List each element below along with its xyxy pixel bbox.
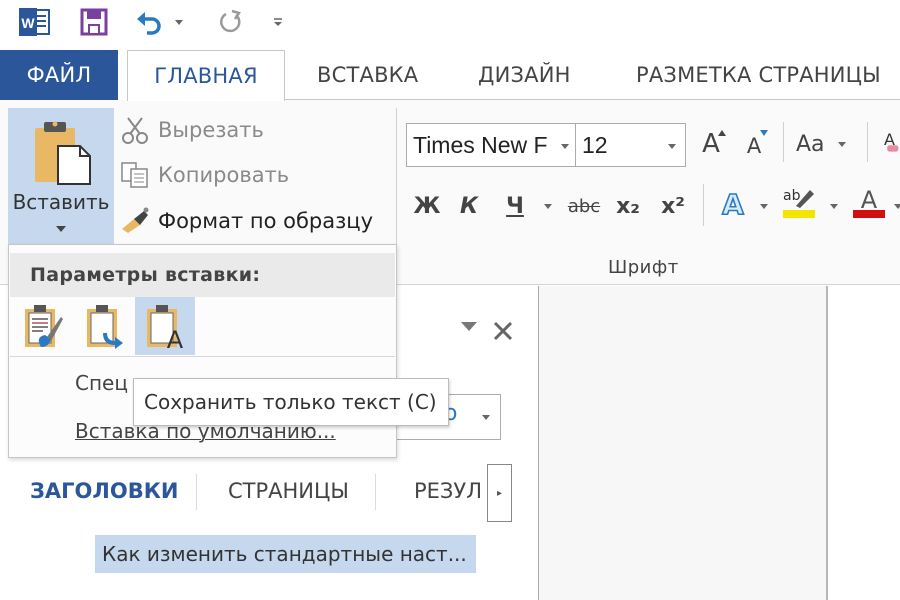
tab-home[interactable]: ГЛАВНАЯ [127, 50, 285, 101]
paste-keep-source-formatting-button[interactable] [13, 297, 73, 355]
bold-button[interactable]: Ж [412, 190, 442, 222]
font-color-icon: A [853, 186, 885, 218]
change-case-button[interactable]: Aa [796, 128, 852, 160]
format-painter-label: Формат по образцу [158, 209, 374, 233]
shrink-font-icon: A [746, 134, 762, 158]
tab-results[interactable]: РЕЗУЛ [414, 466, 482, 516]
redo-icon[interactable] [214, 6, 246, 38]
keep-text-only-icon: A [147, 305, 184, 349]
tab-file[interactable]: ФАЙЛ [0, 50, 118, 100]
highlight-button[interactable]: ab [782, 186, 816, 218]
paste-special-menu-item[interactable]: Спец [75, 371, 128, 395]
format-painter-button[interactable]: Формат по образцу [120, 203, 373, 239]
close-icon [493, 321, 513, 341]
format-painter-icon [122, 207, 149, 233]
merge-formatting-icon [87, 305, 123, 349]
search-dropdown-icon[interactable] [482, 415, 490, 420]
nav-tab-divider [375, 474, 376, 510]
ribbon-tabs: ФАЙЛ ГЛАВНАЯ ВСТАВКА ДИЗАЙН РАЗМЕТКА СТР… [0, 50, 900, 101]
document-page[interactable] [539, 286, 827, 600]
font-name-combobox[interactable]: Times New F [406, 123, 576, 167]
svg-text:ab: ab [783, 188, 801, 204]
tab-insert[interactable]: ВСТАВКА [317, 50, 418, 100]
nav-tab-divider [196, 474, 197, 510]
undo-dropdown-icon[interactable] [172, 6, 186, 38]
font-divider [867, 122, 868, 162]
font-divider [783, 122, 784, 162]
word-logo-icon: W [16, 6, 52, 38]
grow-font-button[interactable]: A [696, 128, 726, 160]
underline-button[interactable]: Ч [500, 190, 530, 222]
nav-tabs-scroll-right-button[interactable]: ▸ [487, 464, 512, 522]
strikethrough-button[interactable]: abc [566, 190, 602, 222]
menu-divider [10, 356, 395, 357]
superscript-button[interactable]: x² [658, 190, 688, 222]
underline-dropdown-icon[interactable] [544, 204, 552, 209]
quick-access-toolbar: W [0, 0, 900, 46]
copy-button[interactable]: Копировать [120, 157, 289, 193]
close-pane-button[interactable] [493, 321, 513, 345]
change-case-icon: Aa [796, 131, 825, 157]
tab-headings[interactable]: ЗАГОЛОВКИ [30, 466, 178, 516]
heading-list-item[interactable]: Как изменить стандартные наст... [95, 535, 476, 573]
tab-page-layout[interactable]: РАЗМЕТКА СТРАНИЦЫ [636, 50, 881, 100]
text-effects-button[interactable]: A [718, 188, 748, 220]
customize-qat-icon[interactable] [270, 6, 286, 38]
clear-formatting-button[interactable]: A [884, 126, 900, 158]
font-name-value: Times New F [413, 131, 548, 158]
cut-button[interactable]: Вырезать [120, 112, 264, 148]
svg-text:A: A [167, 326, 184, 349]
copy-label: Копировать [158, 163, 290, 187]
scissors-icon [122, 117, 148, 144]
paste-dropdown-icon[interactable] [56, 226, 66, 232]
tab-pages[interactable]: СТРАНИЦЫ [228, 466, 349, 516]
pane-options-button[interactable] [460, 318, 478, 337]
undo-icon[interactable] [134, 6, 164, 38]
font-divider [703, 184, 704, 226]
navigation-tabs: ЗАГОЛОВКИ СТРАНИЦЫ РЕЗУЛ [0, 466, 520, 516]
paste-label: Вставить [12, 190, 110, 214]
font-size-combobox[interactable]: 12 [575, 123, 686, 167]
change-case-dropdown-icon[interactable] [838, 142, 846, 147]
font-name-dropdown-icon[interactable] [561, 144, 569, 149]
paste-button[interactable]: Вставить [8, 108, 114, 246]
italic-button[interactable]: К [456, 190, 482, 222]
svg-text:A: A [861, 186, 878, 214]
chevron-right-icon: ▸ [496, 487, 503, 499]
svg-text:A: A [722, 189, 744, 219]
keep-source-formatting-icon [25, 305, 63, 347]
svg-text:W: W [21, 15, 35, 31]
subscript-button[interactable]: x₂ [614, 190, 642, 222]
text-effects-dropdown-icon[interactable] [760, 204, 768, 209]
cut-label: Вырезать [158, 118, 264, 142]
shrink-font-button[interactable]: A [740, 130, 768, 162]
highlight-dropdown-icon[interactable] [830, 204, 838, 209]
pane-options-icon [461, 322, 477, 331]
paste-keep-text-only-button[interactable]: A [135, 297, 195, 355]
clear-formatting-icon: A [884, 130, 899, 152]
paste-options-header: Параметры вставки: [10, 253, 395, 297]
text-effects-icon: A [721, 189, 745, 219]
save-icon[interactable] [78, 6, 110, 38]
font-group-label: Шрифт [608, 257, 679, 278]
tab-design[interactable]: ДИЗАЙН [478, 50, 571, 100]
document-page-edge [826, 286, 828, 600]
group-divider [396, 108, 397, 258]
paste-merge-formatting-button[interactable] [75, 297, 135, 355]
copy-icon [121, 162, 148, 188]
clipboard-icon [35, 121, 91, 185]
font-color-button[interactable]: A [852, 186, 886, 218]
highlighter-icon: ab [783, 188, 815, 218]
tooltip: Сохранить только текст (С) [133, 378, 449, 426]
font-size-dropdown-icon[interactable] [668, 144, 676, 149]
font-size-value: 12 [582, 131, 608, 158]
font-color-dropdown-icon[interactable] [894, 204, 900, 209]
